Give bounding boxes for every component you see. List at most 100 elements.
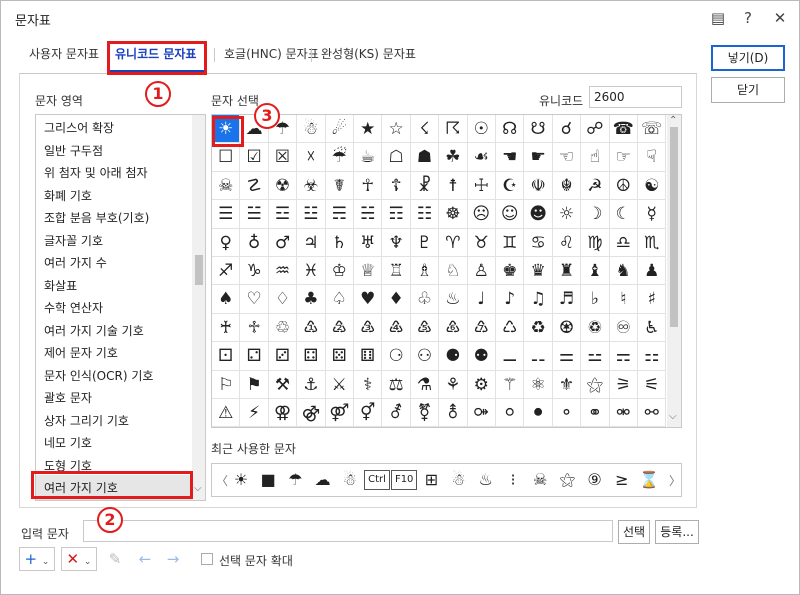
move-left-button[interactable]: ← — [133, 547, 157, 571]
char-cell[interactable]: ♗ — [410, 257, 440, 286]
char-cell[interactable]: ☚ — [496, 143, 525, 172]
recent-char[interactable]: ⊞ — [418, 467, 444, 493]
char-cell[interactable]: ☊ — [496, 115, 525, 144]
char-cell[interactable]: ☟ — [638, 143, 667, 172]
char-cell[interactable]: ☠ — [212, 171, 241, 201]
char-cell[interactable]: ⚧ — [410, 399, 440, 427]
char-cell[interactable]: ⚘ — [439, 370, 468, 399]
char-cell[interactable]: ♴ — [325, 313, 354, 343]
char-cell[interactable]: ☧ — [410, 171, 440, 201]
area-list-item[interactable]: 수학 연산자 — [44, 297, 103, 319]
char-cell[interactable]: ☫ — [524, 171, 553, 201]
char-cell[interactable]: ⚁ — [240, 342, 269, 371]
char-cell[interactable]: ♍ — [581, 228, 610, 257]
char-cell[interactable]: ⚩ — [467, 399, 496, 427]
char-cell[interactable]: ⚞ — [609, 370, 638, 399]
char-cell[interactable]: ☏ — [638, 115, 667, 144]
char-cell[interactable]: ☼ — [552, 200, 582, 229]
char-cell[interactable]: ⚕ — [354, 370, 383, 399]
char-cell[interactable]: ☦ — [382, 171, 411, 201]
char-cell[interactable]: ♎ — [609, 228, 638, 257]
scroll-up-icon[interactable]: ⌃ — [669, 115, 677, 126]
recent-char[interactable]: ☃ — [446, 467, 472, 493]
char-cell[interactable]: ♐ — [212, 257, 241, 286]
char-cell[interactable]: ♶ — [382, 313, 411, 343]
delete-button[interactable]: ✕ ⌄ — [61, 547, 97, 571]
tab-ks[interactable]: 완성형(KS) 문자표 — [321, 45, 416, 62]
recent-char[interactable]: ≥ — [609, 467, 635, 493]
char-cell[interactable]: ⚫ — [524, 399, 553, 427]
char-cell[interactable]: ♛ — [524, 257, 553, 286]
char-cell[interactable]: ⚄ — [325, 342, 354, 371]
char-cell[interactable]: ☝ — [581, 143, 610, 172]
char-cell[interactable]: ⚅ — [354, 342, 383, 371]
char-cell[interactable]: ♔ — [325, 257, 354, 286]
char-cell[interactable]: ♈ — [439, 228, 468, 257]
char-cell[interactable]: ♊ — [496, 228, 525, 257]
char-cell[interactable]: ♅ — [354, 228, 383, 257]
char-cell[interactable]: ☄ — [325, 115, 354, 144]
area-list-item[interactable]: 문자 인식(OCR) 기호 — [44, 365, 153, 387]
char-cell[interactable]: ☭ — [581, 171, 610, 201]
char-cell[interactable]: ♝ — [581, 257, 610, 286]
char-cell[interactable]: ☇ — [410, 115, 440, 144]
char-grid-scroll-thumb[interactable] — [670, 127, 678, 327]
area-list-item[interactable]: 괄호 문자 — [44, 387, 92, 409]
char-cell[interactable]: ⚠ — [212, 399, 241, 427]
char-cell[interactable]: ⚒ — [268, 370, 298, 399]
scroll-down-icon[interactable]: ⌵ — [669, 411, 677, 422]
close-dialog-button[interactable]: 닫기 — [711, 77, 785, 103]
char-cell[interactable]: ⚍ — [581, 342, 610, 371]
char-cell[interactable]: ⚝ — [581, 370, 610, 399]
char-cell[interactable]: ♑ — [240, 257, 269, 286]
char-cell[interactable]: ♺ — [496, 313, 525, 343]
char-cell[interactable]: ♦ — [382, 285, 411, 314]
char-cell[interactable]: ☡ — [240, 171, 269, 201]
char-grid-scrollbar[interactable]: ⌃ ⌵ — [667, 115, 681, 427]
chat-icon[interactable]: ▤ — [707, 7, 729, 29]
enlarge-checkbox[interactable] — [201, 553, 213, 565]
char-cell[interactable]: ☵ — [354, 200, 383, 229]
char-cell[interactable]: ⚭ — [581, 399, 610, 427]
char-cell[interactable]: ☱ — [240, 200, 269, 229]
char-cell[interactable]: ☮ — [609, 171, 638, 201]
char-cell[interactable]: ♙ — [467, 257, 496, 286]
char-cell[interactable]: ♀ — [212, 228, 241, 257]
char-cell[interactable]: ♂ — [268, 228, 298, 257]
char-cell[interactable]: ⚑ — [240, 370, 269, 399]
char-cell[interactable]: ☆ — [382, 115, 411, 144]
char-cell[interactable]: ⚦ — [382, 399, 411, 427]
char-cell[interactable]: ⚥ — [354, 399, 383, 427]
char-cell[interactable]: ⚂ — [268, 342, 298, 371]
char-cell[interactable]: ♆ — [382, 228, 411, 257]
recent-char[interactable]: F10 — [391, 470, 418, 490]
char-cell[interactable]: ♋ — [524, 228, 553, 257]
char-cell[interactable]: ☤ — [325, 171, 354, 201]
area-list-scroll-thumb[interactable] — [195, 255, 203, 285]
char-cell[interactable]: ♱ — [240, 313, 269, 343]
add-button[interactable]: + ⌄ — [19, 547, 55, 571]
char-cell[interactable]: ♠ — [212, 285, 241, 314]
char-cell[interactable]: ♩ — [467, 285, 496, 314]
char-cell[interactable]: ☉ — [467, 115, 496, 144]
area-list-item[interactable]: 제어 문자 기호 — [44, 342, 118, 364]
char-cell[interactable]: ☾ — [609, 200, 638, 229]
char-cell[interactable]: ♷ — [410, 313, 440, 343]
char-cell[interactable]: ♹ — [467, 313, 496, 343]
char-cell[interactable]: ⚨ — [439, 399, 468, 427]
recent-prev-icon[interactable]: 〈 — [216, 472, 228, 489]
recent-next-icon[interactable]: 〉 — [669, 472, 681, 489]
char-cell[interactable]: ⚓ — [297, 370, 326, 399]
unicode-input[interactable]: 2600 — [589, 86, 682, 108]
char-cell[interactable]: ⚐ — [212, 370, 241, 399]
char-cell[interactable]: ♕ — [354, 257, 383, 286]
area-list-item[interactable]: 화폐 기호 — [44, 185, 92, 207]
char-cell[interactable]: ♲ — [268, 313, 298, 343]
char-cell[interactable]: ♬ — [552, 285, 582, 314]
char-cell[interactable]: ⚣ — [297, 399, 326, 427]
char-cell[interactable]: ♧ — [410, 285, 440, 314]
char-cell[interactable]: ☲ — [268, 200, 298, 229]
char-cell[interactable]: ♰ — [212, 313, 241, 343]
char-cell[interactable]: ♢ — [268, 285, 298, 314]
recent-char[interactable]: ⁝ — [500, 467, 526, 493]
